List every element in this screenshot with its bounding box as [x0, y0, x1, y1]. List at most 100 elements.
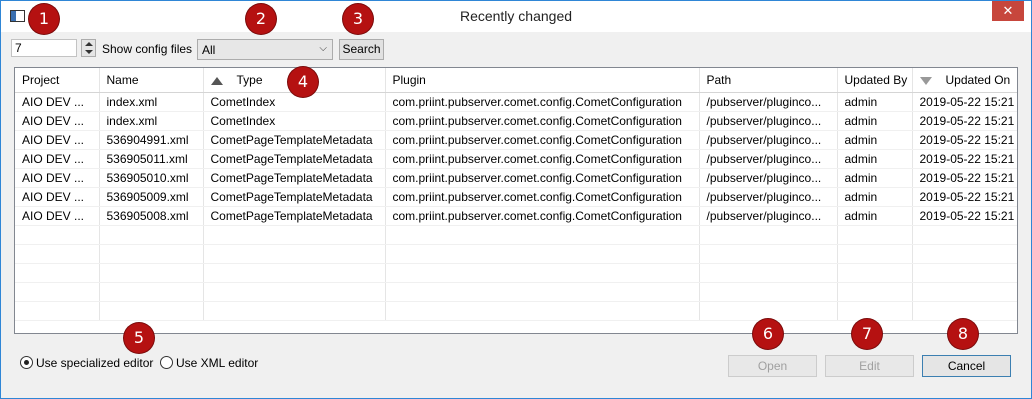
cell-type: CometPageTemplateMetadata: [203, 187, 386, 207]
cell-path: /pubserver/pluginco...: [699, 92, 838, 112]
cell-plugin: com.priint.pubserver.comet.config.CometC…: [385, 92, 700, 112]
empty-cell: [837, 244, 913, 264]
sort-descending-icon: [919, 76, 932, 85]
empty-cell: [15, 282, 100, 302]
empty-cell: [912, 301, 1017, 321]
specialized-editor-option[interactable]: Use specialized editor: [20, 356, 153, 370]
empty-cell: [385, 282, 700, 302]
table-row[interactable]: AIO DEV ... 536905008.xml CometPageTemplat…: [15, 206, 1017, 226]
xml-editor-option[interactable]: Use XML editor: [160, 356, 258, 370]
callout-marker-7: 7: [852, 319, 882, 349]
column-header-name[interactable]: Name: [99, 68, 204, 93]
empty-row: [15, 301, 1017, 321]
cell-name: index.xml: [99, 111, 204, 131]
cell-path: /pubserver/pluginco...: [699, 111, 838, 131]
radio-selected-icon[interactable]: [20, 356, 33, 369]
cell-name: index.xml: [99, 92, 204, 112]
title-bar: Recently changed ✕: [1, 1, 1031, 32]
empty-cell: [99, 225, 204, 245]
empty-cell: [912, 282, 1017, 302]
empty-cell: [912, 263, 1017, 283]
table-row[interactable]: AIO DEV ... 536905010.xml CometPageTemplat…: [15, 168, 1017, 188]
cell-updated-on: 2019-05-22 15:21: [912, 130, 1017, 150]
empty-cell: [699, 244, 838, 264]
callout-marker-3: 3: [343, 4, 373, 34]
config-files-filter-select[interactable]: All ⌵: [197, 39, 333, 60]
cell-updated-on: 2019-05-22 15:21: [912, 187, 1017, 207]
close-button[interactable]: ✕: [992, 1, 1024, 21]
radio-unselected-icon[interactable]: [160, 356, 173, 369]
cancel-button[interactable]: Cancel: [922, 355, 1011, 377]
cell-path: /pubserver/pluginco...: [699, 130, 838, 150]
empty-cell: [837, 301, 913, 321]
table-row[interactable]: AIO DEV ... 536905011.xml CometPageTemplat…: [15, 149, 1017, 169]
cell-project: AIO DEV ...: [15, 168, 100, 188]
empty-cell: [699, 282, 838, 302]
cell-updated-by: admin: [837, 149, 913, 169]
empty-cell: [699, 225, 838, 245]
cell-updated-by: admin: [837, 206, 913, 226]
callout-marker-8: 8: [948, 319, 978, 349]
empty-cell: [837, 282, 913, 302]
cell-plugin: com.priint.pubserver.comet.config.CometC…: [385, 168, 700, 188]
empty-row: [15, 282, 1017, 302]
empty-cell: [385, 301, 700, 321]
column-header-project[interactable]: Project: [15, 68, 100, 93]
empty-cell: [203, 282, 386, 302]
cell-updated-on: 2019-05-22 15:21: [912, 206, 1017, 226]
xml-editor-label: Use XML editor: [176, 356, 259, 370]
cell-updated-by: admin: [837, 130, 913, 150]
cell-type: CometPageTemplateMetadata: [203, 130, 386, 150]
cell-updated-by: admin: [837, 187, 913, 207]
cell-type: CometPageTemplateMetadata: [203, 206, 386, 226]
cell-path: /pubserver/pluginco...: [699, 187, 838, 207]
table-row[interactable]: AIO DEV ... 536904991.xml CometPageTemplat…: [15, 130, 1017, 150]
days-spinner-buttons[interactable]: [81, 39, 96, 57]
open-button[interactable]: Open: [728, 355, 817, 377]
column-header-plugin[interactable]: Plugin: [385, 68, 700, 93]
cell-updated-by: admin: [837, 168, 913, 188]
empty-cell: [203, 244, 386, 264]
table-row[interactable]: AIO DEV ... index.xml CometIndex com.priint…: [15, 92, 1017, 112]
cell-plugin: com.priint.pubserver.comet.config.CometC…: [385, 206, 700, 226]
cell-project: AIO DEV ...: [15, 149, 100, 169]
column-header-updated-on-label: Updated On: [945, 73, 1011, 87]
empty-cell: [385, 225, 700, 245]
edit-button[interactable]: Edit: [825, 355, 914, 377]
table-row[interactable]: AIO DEV ... 536905009.xml CometPageTemplat…: [15, 187, 1017, 207]
table-body: AIO DEV ... index.xml CometIndex com.priint…: [15, 92, 1017, 321]
cell-name: 536905010.xml: [99, 168, 204, 188]
cell-updated-on: 2019-05-22 15:21: [912, 111, 1017, 131]
column-header-updated-on[interactable]: Updated On: [912, 68, 1017, 93]
column-header-path[interactable]: Path: [699, 68, 838, 93]
show-config-files-label: Show config files: [102, 42, 193, 56]
cell-plugin: com.priint.pubserver.comet.config.CometC…: [385, 187, 700, 207]
days-spinner-input[interactable]: [11, 39, 77, 57]
empty-cell: [203, 301, 386, 321]
cell-name: 536905009.xml: [99, 187, 204, 207]
empty-row: [15, 225, 1017, 245]
callout-marker-1: 1: [29, 4, 59, 34]
empty-cell: [699, 301, 838, 321]
arrow-down-icon[interactable]: [85, 50, 93, 54]
column-header-type-label: Type: [236, 73, 263, 87]
recent-changes-table[interactable]: Project Name Type Plugin Path Updated By…: [14, 67, 1018, 334]
cell-name: 536905008.xml: [99, 206, 204, 226]
cell-updated-on: 2019-05-22 15:21: [912, 149, 1017, 169]
search-button[interactable]: Search: [339, 39, 384, 60]
arrow-up-icon[interactable]: [85, 42, 93, 46]
cell-project: AIO DEV ...: [15, 111, 100, 131]
callout-marker-2: 2: [246, 4, 276, 34]
table-row[interactable]: AIO DEV ... index.xml CometIndex com.priint…: [15, 111, 1017, 131]
window-title: Recently changed: [459, 8, 573, 24]
column-header-updated-by[interactable]: Updated By: [837, 68, 913, 93]
empty-cell: [99, 282, 204, 302]
cell-type: CometIndex: [203, 92, 386, 112]
cell-project: AIO DEV ...: [15, 130, 100, 150]
empty-cell: [15, 244, 100, 264]
empty-cell: [99, 301, 204, 321]
chevron-down-icon: ⌵: [319, 43, 327, 54]
cell-project: AIO DEV ...: [15, 92, 100, 112]
cell-plugin: com.priint.pubserver.comet.config.CometC…: [385, 149, 700, 169]
cell-type: CometPageTemplateMetadata: [203, 168, 386, 188]
